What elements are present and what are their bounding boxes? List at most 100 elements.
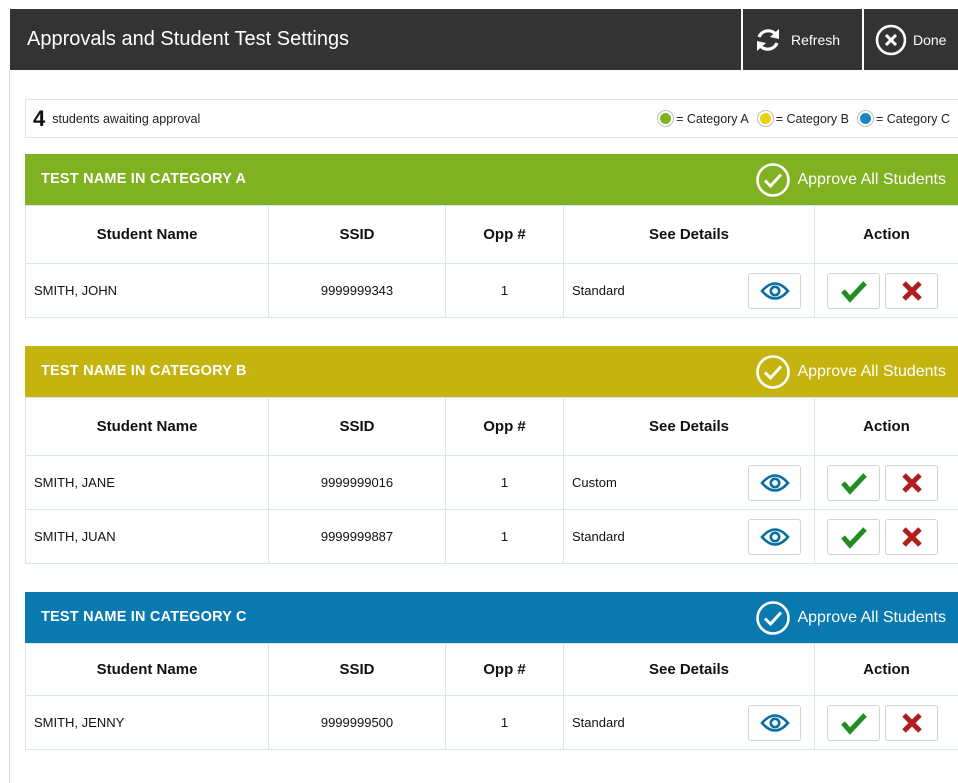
deny-button[interactable] (885, 519, 938, 555)
category-legend: = Category A = Category B = Category C (649, 100, 950, 137)
section-category-a: TEST NAME IN CATEGORY A Approve All Stud… (25, 154, 958, 318)
refresh-button[interactable]: Refresh (743, 9, 860, 70)
column-header-student-name: Student Name (25, 205, 269, 264)
column-header-details: See Details (563, 397, 815, 456)
column-header-opp: Opp # (445, 205, 564, 264)
settings-type: Standard (572, 283, 625, 298)
column-header-action: Action (814, 397, 958, 456)
approve-button[interactable] (827, 519, 880, 555)
action-cell (814, 695, 958, 750)
table-header-row: Student Name SSID Opp # See Details Acti… (25, 643, 958, 696)
student-table: Student Name SSID Opp # See Details Acti… (25, 643, 958, 750)
check-circle-icon (756, 162, 791, 197)
section-header: TEST NAME IN CATEGORY B Approve All Stud… (25, 346, 958, 397)
column-header-opp: Opp # (445, 643, 564, 696)
approval-summary: 4 students awaiting approval = Category … (25, 99, 958, 138)
table-header-row: Student Name SSID Opp # See Details Acti… (25, 205, 958, 264)
column-header-student-name: Student Name (25, 643, 269, 696)
category-c-dot-icon (858, 111, 873, 126)
details-cell: Standard (563, 695, 815, 750)
section-header: TEST NAME IN CATEGORY C Approve All Stud… (25, 592, 958, 643)
student-table: Student Name SSID Opp # See Details Acti… (25, 397, 958, 564)
action-cell (814, 263, 958, 318)
settings-type: Custom (572, 475, 617, 490)
done-button[interactable]: Done (865, 9, 958, 70)
opportunity-number: 1 (445, 263, 564, 318)
settings-type: Standard (572, 529, 625, 544)
x-icon (901, 527, 922, 547)
approve-all-label: Approve All Students (797, 170, 946, 188)
frame-top (0, 0, 958, 9)
eye-icon (759, 282, 790, 300)
student-ssid: 9999999016 (268, 455, 446, 510)
table-row: SMITH, JUAN 9999999887 1 Standard (25, 509, 958, 564)
awaiting-count: 4 (33, 105, 46, 131)
awaiting-text: students awaiting approval (52, 111, 201, 126)
student-ssid: 9999999500 (268, 695, 446, 750)
student-ssid: 9999999887 (268, 509, 446, 564)
column-header-opp: Opp # (445, 397, 564, 456)
see-details-button[interactable] (748, 273, 801, 309)
section-header: TEST NAME IN CATEGORY A Approve All Stud… (25, 154, 958, 205)
approve-button[interactable] (827, 705, 880, 741)
page-title: Approvals and Student Test Settings (27, 28, 350, 50)
student-name: SMITH, JUAN (25, 509, 269, 564)
checkmark-icon (840, 473, 867, 495)
section-category-b: TEST NAME IN CATEGORY B Approve All Stud… (25, 346, 958, 564)
legend-item-b: = Category B (757, 111, 849, 126)
details-cell: Custom (563, 455, 815, 510)
opportunity-number: 1 (445, 455, 564, 510)
see-details-button[interactable] (748, 465, 801, 501)
table-row: SMITH, JANE 9999999016 1 Custom (25, 455, 958, 510)
opportunity-number: 1 (445, 695, 564, 750)
test-name: TEST NAME IN CATEGORY C (41, 609, 247, 625)
legend-label: = Category C (876, 111, 950, 126)
details-cell: Standard (563, 509, 815, 564)
see-details-button[interactable] (748, 705, 801, 741)
category-b-dot-icon (757, 111, 773, 126)
settings-type: Standard (572, 715, 625, 730)
check-circle-icon (756, 600, 791, 635)
student-table: Student Name SSID Opp # See Details Acti… (25, 205, 958, 318)
column-header-action: Action (814, 205, 958, 264)
legend-item-c: = Category C (858, 111, 950, 126)
student-name: SMITH, JANE (25, 455, 269, 510)
column-header-action: Action (814, 643, 958, 696)
table-row: SMITH, JOHN 9999999343 1 Standard (25, 263, 958, 318)
approve-all-button[interactable]: Approve All Students (755, 346, 946, 397)
approve-all-label: Approve All Students (797, 608, 946, 626)
check-circle-icon (756, 354, 791, 389)
checkmark-icon (840, 527, 867, 549)
done-label: Done (913, 31, 947, 48)
column-header-ssid: SSID (268, 205, 446, 264)
table-header-row: Student Name SSID Opp # See Details Acti… (25, 397, 958, 456)
column-header-details: See Details (563, 205, 815, 264)
deny-button[interactable] (885, 705, 938, 741)
title-bar: Approvals and Student Test Settings Refr… (10, 9, 958, 70)
test-name: TEST NAME IN CATEGORY A (41, 171, 247, 187)
x-icon (901, 713, 922, 733)
approve-all-button[interactable]: Approve All Students (755, 592, 946, 643)
legend-item-a: = Category A (658, 111, 749, 126)
approve-button[interactable] (827, 465, 880, 501)
action-cell (814, 509, 958, 564)
approve-all-label: Approve All Students (797, 362, 946, 380)
see-details-button[interactable] (748, 519, 801, 555)
deny-button[interactable] (885, 273, 938, 309)
column-header-student-name: Student Name (25, 397, 269, 456)
close-circle-icon (875, 24, 907, 55)
approve-button[interactable] (827, 273, 880, 309)
eye-icon (759, 474, 790, 492)
checkmark-icon (840, 281, 867, 303)
student-name: SMITH, JOHN (25, 263, 269, 318)
student-name: SMITH, JENNY (25, 695, 269, 750)
refresh-label: Refresh (791, 31, 841, 48)
refresh-icon (757, 28, 779, 51)
table-row: SMITH, JENNY 9999999500 1 Standard (25, 695, 958, 750)
title-separator (862, 9, 864, 70)
section-category-c: TEST NAME IN CATEGORY C Approve All Stud… (25, 592, 958, 750)
student-ssid: 9999999343 (268, 263, 446, 318)
x-icon (901, 281, 922, 301)
approve-all-button[interactable]: Approve All Students (755, 154, 946, 205)
deny-button[interactable] (885, 465, 938, 501)
